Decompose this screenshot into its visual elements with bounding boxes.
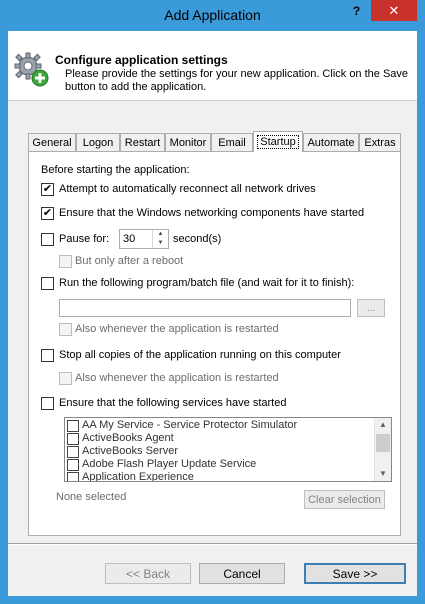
help-button[interactable]: ?: [343, 0, 370, 21]
pause-label: Pause for:: [59, 233, 110, 245]
tab-restart[interactable]: Restart: [120, 133, 165, 151]
service-checkbox[interactable]: [67, 446, 79, 458]
tab-startup[interactable]: Startup: [253, 131, 303, 152]
stop-copies-label: Stop all copies of the application runni…: [59, 349, 341, 361]
stop-also-restart-checkbox[interactable]: [59, 372, 72, 385]
dialog-body: Configure application settings Please pr…: [8, 31, 417, 596]
dialog-header: Configure application settings Please pr…: [8, 31, 417, 101]
service-name: AA My Service - Service Protector Simula…: [82, 419, 298, 431]
services-label: Ensure that the following services have …: [59, 397, 287, 409]
reconnect-drives-checkbox[interactable]: ✔: [41, 183, 54, 196]
service-name: Adobe Flash Player Update Service: [82, 458, 257, 470]
stepper-down-icon[interactable]: ▼: [153, 239, 168, 248]
tab-automate[interactable]: Automate: [303, 133, 359, 151]
browse-button[interactable]: ...: [357, 299, 385, 317]
stepper-up-icon[interactable]: ▲: [153, 230, 168, 239]
service-checkbox[interactable]: [67, 433, 79, 445]
service-name: ActiveBooks Agent: [82, 432, 174, 444]
tab-email[interactable]: Email: [211, 133, 253, 151]
intro-label: Before starting the application:: [41, 164, 190, 176]
selection-status: None selected: [56, 491, 127, 503]
header-description: Please provide the settings for your new…: [65, 68, 409, 93]
tab-logon[interactable]: Logon: [76, 133, 120, 151]
tab-general[interactable]: General: [28, 133, 76, 151]
cancel-button[interactable]: Cancel: [199, 563, 285, 584]
reconnect-drives-label: Attempt to automatically reconnect all n…: [59, 183, 316, 195]
service-checkbox[interactable]: [67, 459, 79, 471]
stop-also-restart-label: Also whenever the application is restart…: [75, 372, 279, 384]
pause-seconds-value: 30: [123, 233, 136, 245]
run-also-restart-checkbox[interactable]: [59, 323, 72, 336]
services-checkbox[interactable]: [41, 397, 54, 410]
pause-checkbox[interactable]: [41, 233, 54, 246]
save-button[interactable]: Save >>: [304, 563, 406, 584]
tab-startup-label: Startup: [257, 135, 299, 149]
clear-selection-button[interactable]: Clear selection: [304, 490, 385, 509]
pause-reboot-label: But only after a reboot: [75, 255, 184, 267]
service-checkbox[interactable]: [67, 420, 79, 432]
services-listbox[interactable]: AA My Service - Service Protector Simula…: [64, 417, 392, 482]
service-name: Application Experience: [82, 471, 194, 482]
stop-copies-checkbox[interactable]: [41, 349, 54, 362]
run-program-checkbox[interactable]: [41, 277, 54, 290]
close-button[interactable]: ✕: [371, 0, 417, 21]
run-program-label: Run the following program/batch file (an…: [59, 277, 355, 289]
pause-reboot-checkbox[interactable]: [59, 255, 72, 268]
run-also-restart-label: Also whenever the application is restart…: [75, 323, 279, 335]
scroll-thumb[interactable]: [376, 434, 390, 452]
gear-add-icon: [14, 52, 49, 87]
service-name: ActiveBooks Server: [82, 445, 178, 457]
header-title: Configure application settings: [55, 53, 228, 67]
service-checkbox[interactable]: [67, 472, 79, 481]
tab-extras[interactable]: Extras: [359, 133, 401, 151]
footer-separator: [8, 543, 417, 545]
services-scrollbar[interactable]: ▲ ▼: [374, 418, 391, 481]
pause-unit-label: second(s): [173, 233, 222, 245]
tab-monitor[interactable]: Monitor: [165, 133, 211, 151]
scroll-down-icon[interactable]: ▼: [375, 467, 391, 481]
add-application-window: Add Application ? ✕ Configure applicatio…: [0, 0, 425, 604]
stepper-arrows: ▲ ▼: [152, 230, 168, 248]
pause-seconds-stepper[interactable]: 30 ▲ ▼: [119, 229, 169, 249]
scroll-up-icon[interactable]: ▲: [375, 418, 391, 432]
networking-checkbox[interactable]: ✔: [41, 207, 54, 220]
networking-label: Ensure that the Windows networking compo…: [59, 207, 365, 219]
back-button[interactable]: << Back: [105, 563, 191, 584]
program-path-field[interactable]: [59, 299, 351, 317]
title-bar[interactable]: Add Application ? ✕: [0, 0, 425, 30]
